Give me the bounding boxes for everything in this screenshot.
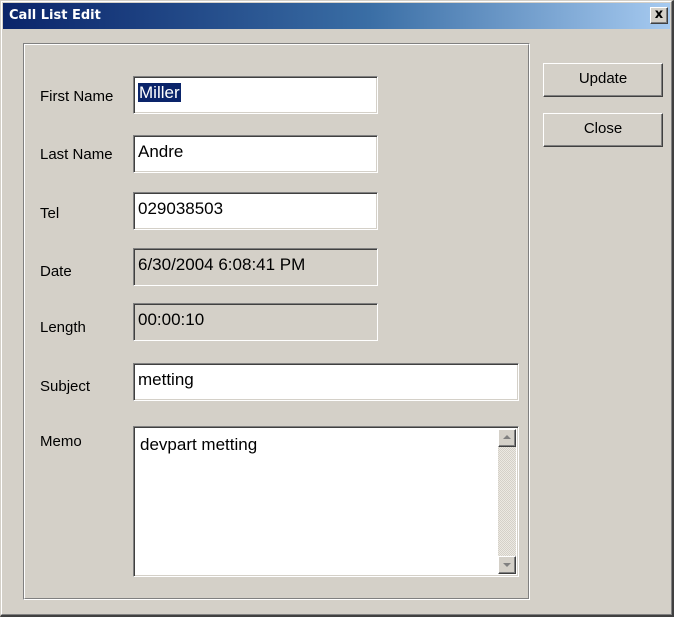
memo-value: devpart metting [140, 435, 258, 454]
tel-field[interactable]: 029038503 [133, 192, 378, 230]
length-field: 00:00:10 [133, 303, 378, 341]
first-name-field[interactable]: Miller [133, 76, 378, 114]
length-label: Length [40, 319, 86, 336]
subject-value: metting [138, 370, 194, 389]
first-name-label: First Name [40, 88, 114, 105]
tel-label: Tel [40, 205, 60, 222]
date-label: Date [40, 263, 72, 280]
tel-value: 029038503 [138, 199, 224, 218]
update-button[interactable]: Update [543, 63, 663, 97]
scroll-up-arrow-icon [503, 435, 511, 439]
length-value: 00:00:10 [138, 310, 205, 329]
first-name-value: Miller [138, 83, 181, 102]
close-icon: x [654, 7, 664, 22]
close-window-button[interactable]: x [650, 7, 668, 24]
memo-label: Memo [40, 433, 82, 450]
scroll-down-button[interactable] [498, 556, 516, 574]
last-name-label: Last Name [40, 146, 113, 163]
scroll-down-arrow-icon [503, 563, 511, 567]
title-bar[interactable]: Call List Edit x [3, 3, 670, 29]
window-title: Call List Edit [9, 8, 101, 23]
date-field: 6/30/2004 6:08:41 PM [133, 248, 378, 286]
memo-textarea[interactable]: devpart metting [133, 426, 519, 577]
call-list-edit-dialog: Call List Edit x First Name Miller Last … [0, 0, 674, 617]
memo-scrollbar[interactable] [498, 429, 516, 574]
scroll-up-button[interactable] [498, 429, 516, 447]
close-button[interactable]: Close [543, 113, 663, 147]
date-value: 6/30/2004 6:08:41 PM [138, 255, 306, 274]
subject-label: Subject [40, 378, 91, 395]
last-name-field[interactable]: Andre [133, 135, 378, 173]
subject-field[interactable]: metting [133, 363, 519, 401]
last-name-value: Andre [138, 142, 184, 161]
